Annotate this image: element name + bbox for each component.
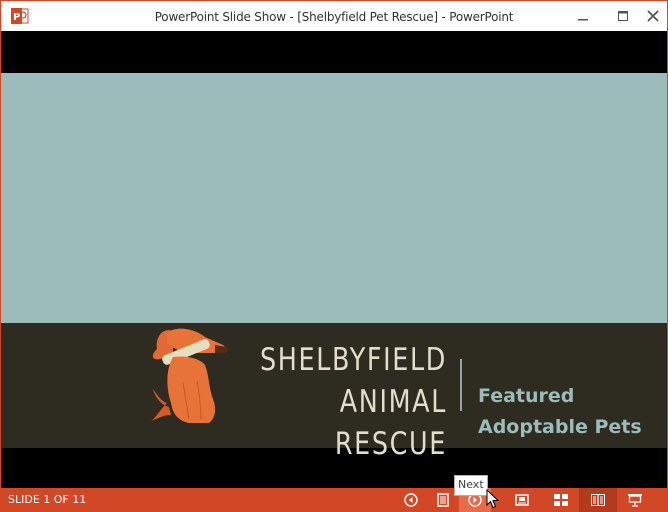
slide-viewport[interactable]: SHELBYFIELD ANIMAL RESCUE Featured Adopt… <box>1 31 667 489</box>
maximize-icon <box>618 11 628 21</box>
close-button[interactable] <box>638 1 668 31</box>
slide-sorter-button[interactable] <box>545 488 577 512</box>
organization-name: SHELBYFIELD ANIMAL RESCUE <box>201 339 447 465</box>
minimize-icon <box>578 19 588 21</box>
previous-icon <box>404 493 418 507</box>
slide-background-top <box>1 73 667 323</box>
tagline-line2: Adoptable Pets <box>478 416 642 438</box>
maximize-button[interactable] <box>608 1 638 31</box>
list-icon <box>437 493 449 507</box>
mouse-cursor-icon <box>486 489 500 509</box>
organization-name-line1: SHELBYFIELD <box>259 342 447 378</box>
slide-counter[interactable]: SLIDE 1 OF 11 <box>8 488 86 512</box>
organization-name-line2: ANIMAL RESCUE <box>334 384 447 462</box>
status-bar: SLIDE 1 OF 11 <box>0 488 668 512</box>
powerpoint-window: P PowerPoint Slide Show - [Shelbyfield P… <box>0 0 668 512</box>
previous-button[interactable] <box>395 488 427 512</box>
normal-view-button[interactable] <box>506 488 538 512</box>
slide-show-button[interactable] <box>619 488 651 512</box>
next-tooltip: Next <box>454 475 488 496</box>
tagline-line1: Featured <box>478 385 575 407</box>
tagline: Featured Adoptable Pets <box>478 381 642 443</box>
minimize-button[interactable] <box>568 1 598 31</box>
presenter-icon <box>628 494 642 507</box>
grid-icon <box>554 494 568 506</box>
title-divider <box>460 359 462 411</box>
book-icon <box>591 494 605 506</box>
title-bar: P PowerPoint Slide Show - [Shelbyfield P… <box>1 1 667 31</box>
close-icon <box>647 10 659 22</box>
reading-view-button[interactable] <box>579 488 617 512</box>
normal-view-icon <box>515 494 529 506</box>
